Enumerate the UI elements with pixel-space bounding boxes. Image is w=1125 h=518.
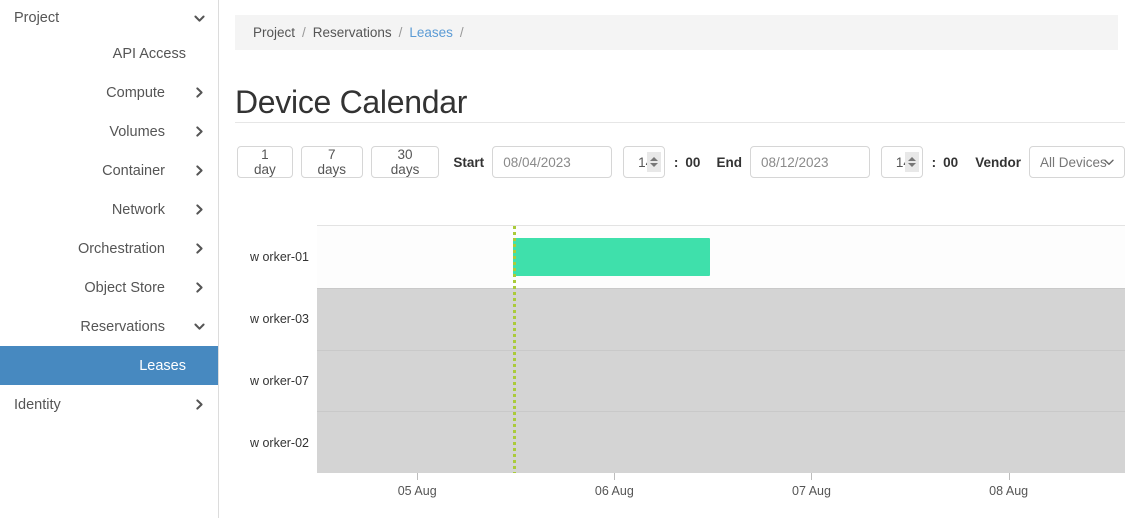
vendor-select[interactable]: All Devices: [1028, 146, 1125, 178]
range-button-30-days[interactable]: 30 days: [370, 146, 440, 178]
chevron-right-icon: [192, 203, 206, 217]
row-label-worker-03: w orker-03: [249, 312, 309, 327]
sidebar-item-volumes[interactable]: Volumes: [0, 112, 218, 151]
sidebar-item-label: Network: [111, 201, 165, 218]
sidebar-item-label: Orchestration: [77, 240, 165, 257]
device-calendar-chart: w orker-01 w orker-03 w orker-07 w orker-02…: [219, 218, 1125, 518]
page-title: Device Calendar: [235, 84, 468, 121]
end-minute-value: 00: [943, 154, 959, 170]
sidebar-item-compute[interactable]: Compute: [0, 73, 218, 112]
x-axis-tick-label: 05 Aug: [397, 484, 437, 498]
device-calendar-page: Project API Access Compute Volumes Container…: [0, 0, 1125, 518]
chevron-right-icon: [192, 164, 206, 178]
sidebar-item-reservations[interactable]: Reservations: [0, 307, 218, 346]
breadcrumb-separator: /: [398, 25, 403, 40]
breadcrumb: Project / Reservations / Leases /: [235, 15, 1118, 50]
end-label: End: [716, 154, 742, 170]
spacer-icon: [192, 47, 206, 61]
main-content: Project / Reservations / Leases / Device Cale…: [219, 0, 1125, 518]
sidebar-item-label: Identity: [14, 396, 61, 413]
lease-bar-worker-01[interactable]: [513, 238, 710, 276]
sidebar-item-label: Compute: [106, 84, 165, 101]
x-axis-tick: [614, 473, 616, 480]
chevron-down-icon: [192, 11, 206, 25]
end-hour-stepper[interactable]: 14: [880, 146, 923, 178]
x-axis-tick-label: 07 Aug: [792, 484, 831, 498]
chevron-right-icon: [192, 398, 206, 412]
sidebar-item-label: API Access: [112, 45, 186, 62]
vendor-selected-value: All Devices: [1039, 154, 1107, 170]
breadcrumb-item-reservations[interactable]: Reservations: [313, 25, 392, 40]
chevron-right-icon: [192, 86, 206, 100]
calendar-row-worker-01[interactable]: w orker-01: [250, 226, 1125, 288]
sidebar-item-label: Reservations: [80, 318, 165, 335]
start-date-input[interactable]: [492, 146, 613, 178]
x-axis-tick: [417, 473, 419, 480]
chevron-down-icon: [1103, 156, 1115, 168]
end-date-input[interactable]: [749, 146, 870, 178]
start-hour-spinner-arrows[interactable]: [646, 152, 661, 172]
x-axis-tick-label: 06 Aug: [594, 484, 634, 498]
sidebar-item-label: Container: [102, 162, 165, 179]
sidebar-item-label: Project: [14, 10, 60, 26]
x-axis-tick: [811, 473, 813, 480]
calendar-toolbar: 1 day 7 days 30 days Start 14 : 00 End 1…: [237, 145, 1125, 179]
start-minute-value: 00: [685, 154, 701, 170]
chart-plot-area: w orker-01 w orker-03 w orker-07 w orker-02…: [250, 225, 1125, 498]
title-divider: [235, 122, 1125, 123]
row-label-worker-02: w orker-02: [249, 435, 309, 450]
sidebar-item-object-store[interactable]: Object Store: [0, 268, 218, 307]
breadcrumb-separator: /: [459, 25, 464, 40]
sidebar-item-label: Object Store: [84, 279, 165, 296]
row-label-worker-07: w orker-07: [249, 373, 309, 388]
breadcrumb-separator: /: [302, 25, 306, 40]
calendar-row-worker-02[interactable]: w orker-02: [250, 411, 1125, 473]
end-time-separator: :: [931, 154, 937, 170]
now-marker-line: [513, 226, 517, 473]
end-hour-spinner-arrows[interactable]: [904, 152, 919, 172]
x-axis-tick: [1008, 473, 1010, 480]
spacer-icon: [192, 359, 206, 373]
chevron-right-icon: [192, 281, 206, 295]
sidebar-item-identity[interactable]: Identity: [0, 385, 218, 424]
sidebar-item-leases[interactable]: Leases: [0, 346, 218, 385]
range-button-1-day[interactable]: 1 day: [237, 146, 293, 178]
breadcrumb-item-project[interactable]: Project: [253, 25, 295, 40]
sidebar-item-label: Leases: [139, 357, 186, 374]
range-button-7-days[interactable]: 7 days: [300, 146, 363, 178]
sidebar-item-network[interactable]: Network: [0, 190, 218, 229]
sidebar-navigation: Project API Access Compute Volumes Container…: [0, 0, 219, 518]
vendor-label: Vendor: [975, 154, 1021, 170]
sidebar-item-container[interactable]: Container: [0, 151, 218, 190]
chevron-right-icon: [192, 242, 206, 256]
calendar-row-worker-07[interactable]: w orker-07: [250, 349, 1125, 412]
chevron-right-icon: [192, 125, 206, 139]
sidebar-item-orchestration[interactable]: Orchestration: [0, 229, 218, 268]
sidebar-item-project[interactable]: Project: [0, 0, 218, 34]
start-hour-stepper[interactable]: 14: [623, 146, 665, 178]
x-axis-tick-label: 08 Aug: [989, 484, 1029, 498]
start-label: Start: [453, 154, 485, 170]
start-time-separator: :: [673, 154, 679, 170]
sidebar-item-api-access[interactable]: API Access: [0, 34, 218, 73]
chevron-down-icon: [192, 320, 206, 334]
row-label-worker-01: w orker-01: [249, 249, 309, 264]
calendar-row-worker-03[interactable]: w orker-03: [250, 287, 1125, 350]
breadcrumb-item-leases[interactable]: Leases: [409, 25, 453, 40]
sidebar-item-label: Volumes: [109, 123, 165, 140]
